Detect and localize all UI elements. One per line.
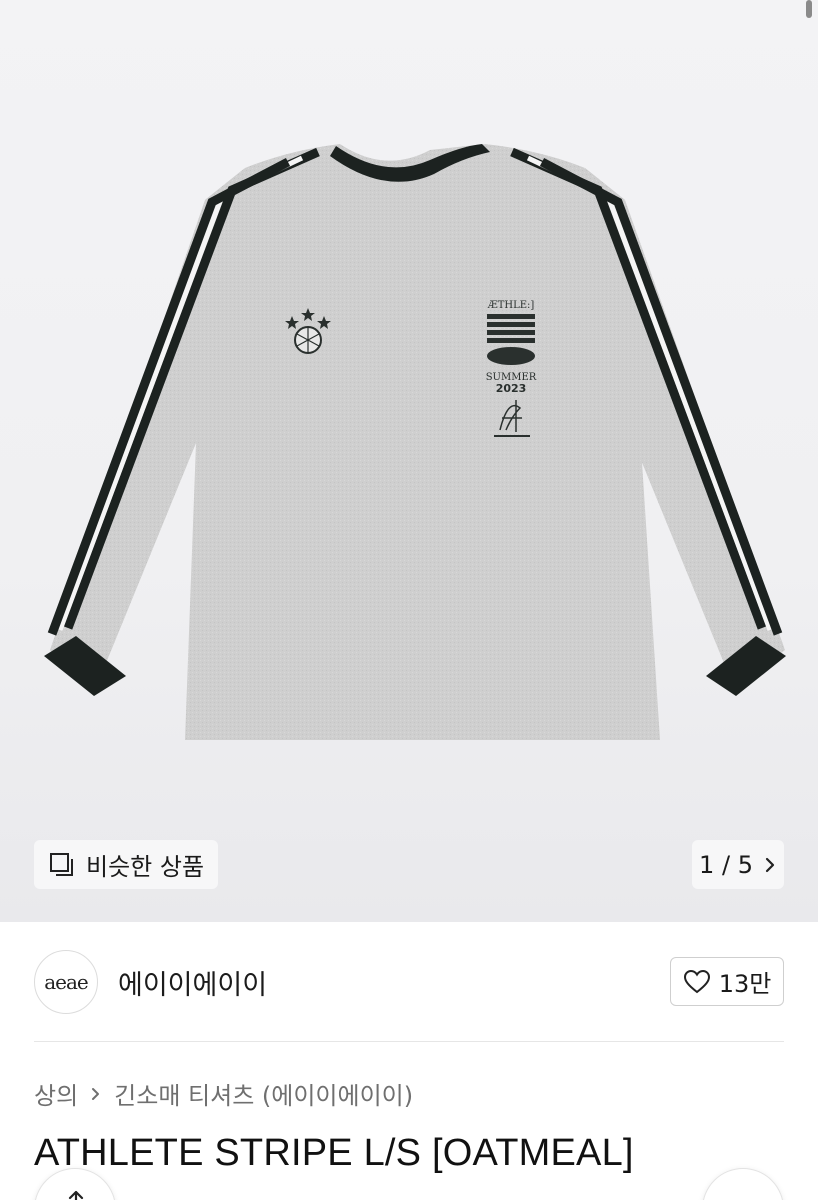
like-button[interactable]: 13만 — [670, 957, 784, 1006]
pager-current: 1 — [699, 850, 715, 879]
pager-text: 1 / 5 — [699, 851, 753, 879]
heart-icon — [683, 969, 710, 993]
product-title: ATHLETE STRIPE L/S [OATMEAL] — [34, 1132, 634, 1174]
chevron-right-icon — [765, 857, 775, 872]
chevron-right-icon — [92, 1087, 100, 1100]
breadcrumb: 상의 긴소매 티셔츠 (에이이에이이) — [34, 1076, 413, 1111]
store-name[interactable]: 에이이에이이 — [118, 963, 267, 1002]
store-logo[interactable]: aeae — [34, 950, 98, 1014]
floating-action-button[interactable] — [702, 1168, 784, 1200]
share-icon — [68, 1190, 84, 1200]
breadcrumb-category[interactable]: 상의 — [34, 1076, 78, 1111]
similar-items-button[interactable]: 비슷한 상품 — [34, 840, 218, 889]
store-logo-text: aeae — [44, 970, 89, 994]
print-brand-mark: ÆTHLE:] — [487, 300, 535, 311]
similar-items-icon — [50, 852, 73, 876]
divider — [34, 1041, 784, 1042]
like-count: 13만 — [718, 970, 772, 998]
print-year: 2023 — [496, 382, 527, 395]
image-pager[interactable]: 1 / 5 — [692, 840, 784, 889]
pager-total: 5 — [737, 850, 753, 879]
product-image: ÆTHLE:] SUMMER 2023 — [44, 144, 786, 740]
pager-separator: / — [721, 850, 731, 879]
scrollbar-thumb[interactable] — [806, 0, 812, 18]
product-page: ÆTHLE:] SUMMER 2023 비슷한 상품 1 / 5 aeae 에이… — [0, 0, 818, 1200]
product-image-gallery[interactable]: ÆTHLE:] SUMMER 2023 비슷한 상품 1 / 5 — [0, 0, 818, 922]
similar-items-label: 비슷한 상품 — [86, 853, 205, 881]
breadcrumb-subcategory[interactable]: 긴소매 티셔츠 (에이이에이이) — [114, 1076, 413, 1111]
